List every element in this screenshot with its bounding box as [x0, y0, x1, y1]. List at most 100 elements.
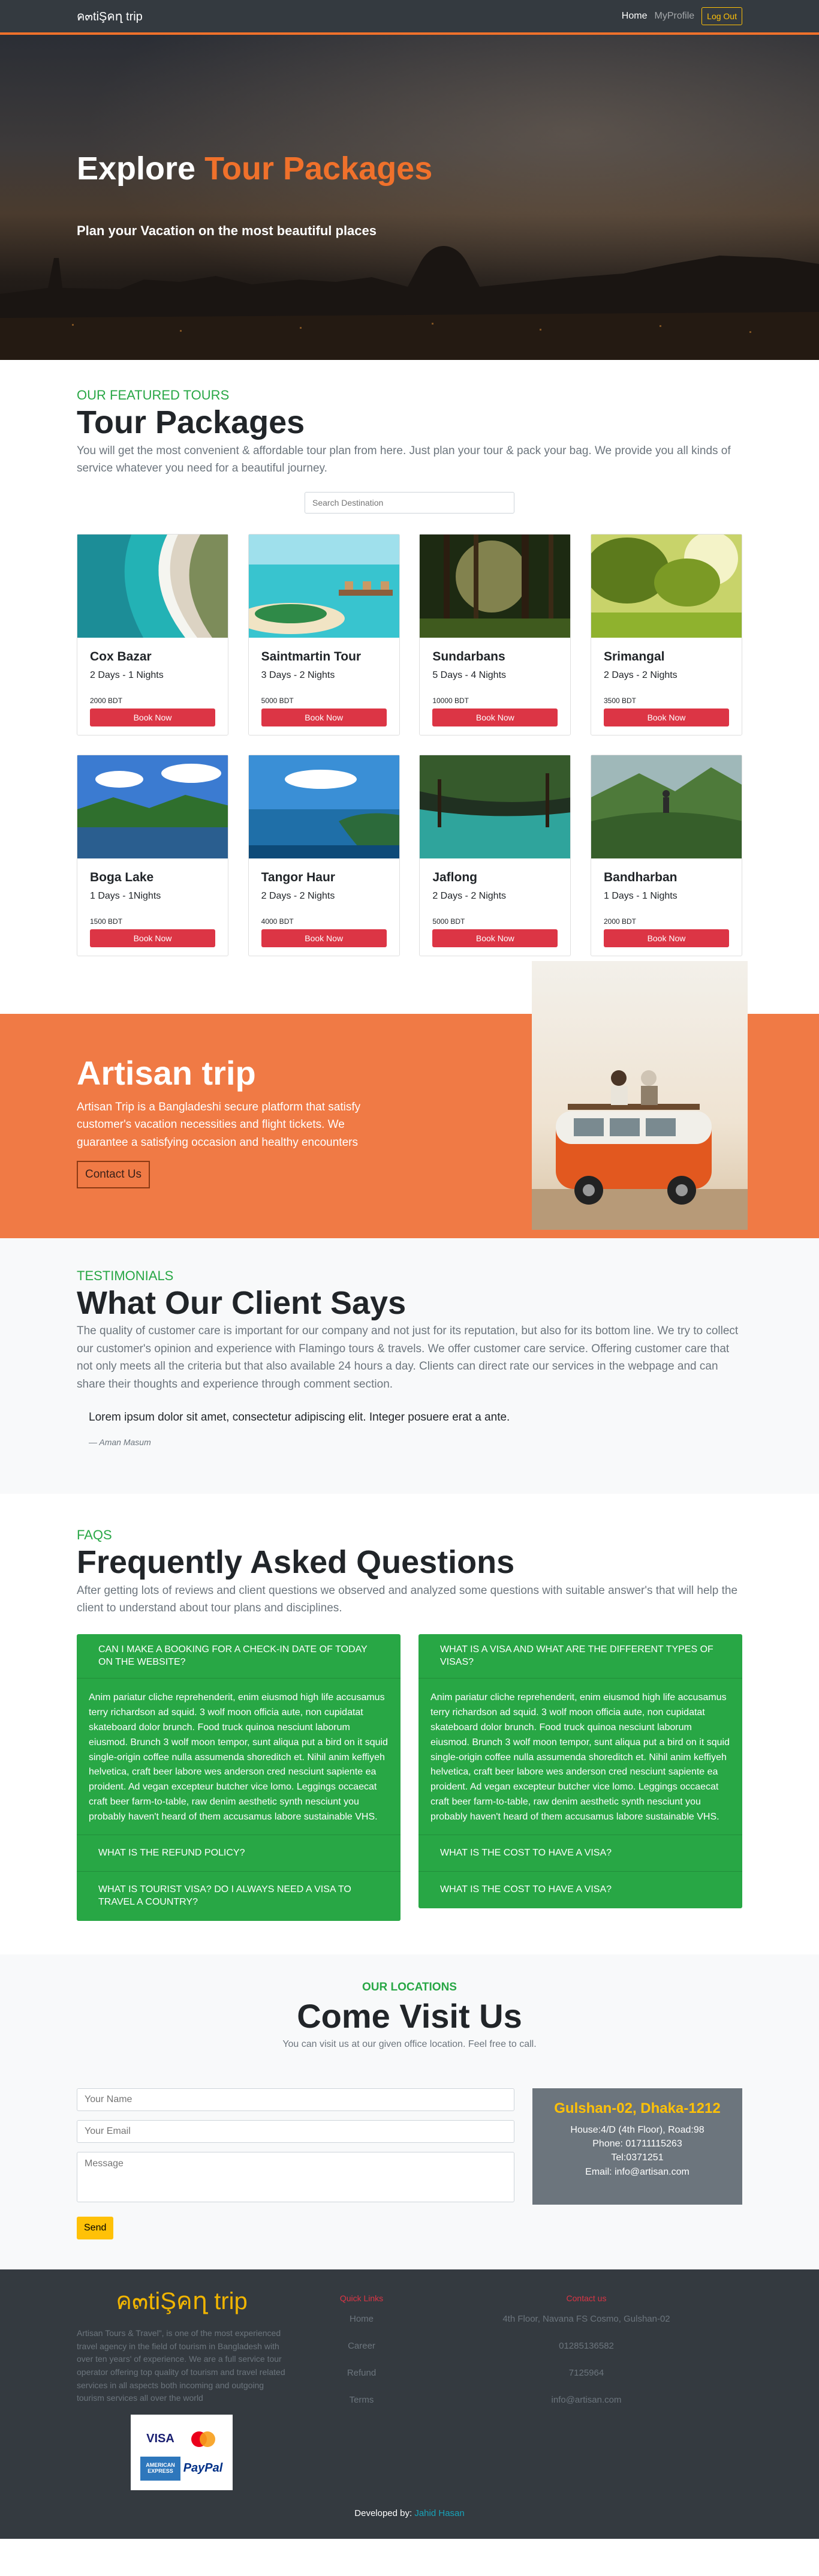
- tour-card: Jaflong 2 Days - 2 Nights 5000 BDT Book Now: [419, 754, 571, 956]
- send-button[interactable]: Send: [77, 2217, 114, 2240]
- contact-address: 4th Floor, Navana FS Cosmo, Gulshan-02: [502, 2314, 670, 2325]
- faq-question[interactable]: WHAT IS TOURIST VISA? DO I ALWAYS NEED A…: [77, 1872, 401, 1921]
- locations-section: OUR LOCATIONS Come Visit Us You can visi…: [0, 1954, 819, 2270]
- tour-price: 4000 BDT: [261, 917, 294, 926]
- section-title: Tour Packages: [77, 404, 305, 440]
- footer-link[interactable]: Terms: [287, 2395, 436, 2405]
- tour-price: 2000 BDT: [603, 917, 636, 926]
- footer-link[interactable]: Home: [287, 2314, 436, 2324]
- faq-question[interactable]: WHAT IS A VISA AND WHAT ARE THE DIFFEREN…: [418, 1634, 742, 1679]
- tour-name: Srimangal: [603, 649, 665, 663]
- tour-image: [248, 755, 399, 858]
- tour-card-body: Boga Lake 1 Days - 1Nights 1500 BDT Book No…: [77, 858, 228, 956]
- brand-logo[interactable]: ค๓tiŞคղ trip: [77, 7, 143, 26]
- faq-columns: CAN I MAKE A BOOKING FOR A CHECK-IN DATE…: [77, 1634, 742, 1922]
- section-subtitle: You can visit us at our given office loc…: [282, 2039, 537, 2050]
- tour-card-body: Saintmartin Tour 3 Days - 2 Nights 5000 BD…: [249, 638, 399, 735]
- tour-image: [420, 755, 571, 858]
- logout-button[interactable]: Log Out: [701, 7, 742, 25]
- footer-link[interactable]: Refund: [287, 2368, 436, 2378]
- tour-card: Saintmartin Tour 3 Days - 2 Nights 5000 BD…: [248, 533, 400, 735]
- tour-card-body: Cox Bazar 2 Days - 1 Nights 2000 BDT Book N…: [77, 638, 228, 735]
- visa-icon: VISA: [146, 2432, 174, 2446]
- book-now-button[interactable]: Book Now: [90, 929, 215, 947]
- nav-profile-link[interactable]: MyProfile: [654, 11, 694, 22]
- footer-link[interactable]: Career: [287, 2341, 436, 2351]
- faq-question[interactable]: WHAT IS THE COST TO HAVE A VISA?: [418, 1872, 742, 1908]
- tour-card-body: Bandharban 1 Days - 1 Nights 2000 BDT Book …: [591, 858, 742, 956]
- section-kicker: OUR FEATURED TOURS: [77, 388, 230, 403]
- section-description: You will get the most convenient & affor…: [77, 444, 731, 475]
- tour-packages-section: OUR FEATURED TOURS Tour Packages You wil…: [0, 360, 819, 956]
- tour-image: [591, 755, 742, 858]
- section-kicker: FAQS: [77, 1527, 112, 1543]
- section-kicker: TESTIMONIALS: [77, 1268, 174, 1283]
- message-textarea[interactable]: [77, 2152, 514, 2203]
- paypal-icon: PayPal: [183, 2461, 223, 2475]
- faq-question[interactable]: CAN I MAKE A BOOKING FOR A CHECK-IN DATE…: [77, 1634, 401, 1679]
- footer-contact: Contact us 4th Floor, Navana FS Cosmo, G…: [436, 2281, 736, 2490]
- book-now-button[interactable]: Book Now: [432, 708, 558, 726]
- hero-title: Explore Tour Packages: [77, 151, 433, 187]
- faq-question[interactable]: WHAT IS THE REFUND POLICY?: [77, 1835, 401, 1872]
- book-now-button[interactable]: Book Now: [90, 708, 215, 726]
- tour-duration: 1 Days - 1Nights: [90, 890, 161, 901]
- faq-accordion-right: WHAT IS A VISA AND WHAT ARE THE DIFFEREN…: [418, 1634, 742, 1909]
- navbar: ค๓tiŞคղ trip Home MyProfile Log Out: [0, 0, 819, 35]
- tour-price: 10000 BDT: [432, 696, 469, 705]
- contact-tel: 7125964: [568, 2368, 604, 2379]
- tour-card: Boga Lake 1 Days - 1Nights 1500 BDT Book No…: [77, 754, 228, 956]
- office-title: Gulshan-02, Dhaka-1212: [554, 2100, 721, 2117]
- section-title: Frequently Asked Questions: [77, 1544, 515, 1581]
- testimonial-author: — Aman Masum: [89, 1437, 151, 1448]
- name-input[interactable]: [77, 2088, 514, 2112]
- developer-name[interactable]: Jahid Hasan: [414, 2508, 464, 2518]
- faq-section: FAQS Frequently Asked Questions After ge…: [0, 1494, 819, 1954]
- section-description: After getting lots of reviews and client…: [77, 1584, 738, 1615]
- promo-title: Artisan trip: [77, 1053, 256, 1092]
- promo-text: Artisan trip Artisan Trip is a Banglades…: [77, 1053, 389, 1188]
- tour-card: Tangor Haur 2 Days - 2 Nights 4000 BDT Book…: [248, 754, 400, 956]
- section-description: The quality of customer care is importan…: [77, 1325, 739, 1391]
- tour-price: 2000 BDT: [90, 696, 123, 705]
- faq-answer: Anim pariatur cliche reprehenderit, enim…: [418, 1679, 742, 1835]
- contact-email[interactable]: info@artisan.com: [436, 2395, 736, 2405]
- tour-card: Sundarbans 5 Days - 4 Nights 10000 BDT Book…: [419, 533, 571, 735]
- book-now-button[interactable]: Book Now: [603, 708, 729, 726]
- hero-title-accent: Tour Packages: [204, 151, 433, 187]
- faq-accordion-left: CAN I MAKE A BOOKING FOR A CHECK-IN DATE…: [77, 1634, 401, 1922]
- tour-name: Bandharban: [603, 870, 678, 884]
- city-skyline-image: [0, 246, 819, 360]
- tour-grid: Cox Bazar 2 Days - 1 Nights 2000 BDT Book N…: [77, 533, 742, 956]
- tour-name: Boga Lake: [90, 870, 154, 884]
- nav-home-link[interactable]: Home: [622, 11, 648, 22]
- book-now-button[interactable]: Book Now: [261, 929, 387, 947]
- search-destination-input[interactable]: [305, 491, 514, 514]
- book-now-button[interactable]: Book Now: [432, 929, 558, 947]
- contact-phone: 01285136582: [559, 2341, 614, 2352]
- tour-image: [248, 534, 399, 638]
- contact-form: Send: [77, 2088, 514, 2240]
- developer-credit: Developed by: Jahid Hasan: [354, 2508, 465, 2519]
- footer-columns: ค๓tiŞคղ trip Artisan Tours & Travel", is…: [77, 2281, 742, 2491]
- tour-card: Srimangal 2 Days - 2 Nights 3500 BDT Book N…: [590, 533, 742, 735]
- footer-about: ค๓tiŞคղ trip Artisan Tours & Travel", is…: [77, 2281, 287, 2491]
- office-phone: Phone: 01711115263: [592, 2139, 682, 2149]
- book-now-button[interactable]: Book Now: [603, 929, 729, 947]
- book-now-button[interactable]: Book Now: [261, 708, 387, 726]
- faq-question[interactable]: WHAT IS THE COST TO HAVE A VISA?: [418, 1835, 742, 1872]
- hero-subtitle: Plan your Vacation on the most beautiful…: [77, 223, 377, 238]
- tour-name: Tangor Haur: [261, 870, 335, 884]
- tour-name: Saintmartin Tour: [261, 649, 362, 663]
- tour-price: 3500 BDT: [603, 696, 636, 705]
- email-input[interactable]: [77, 2120, 514, 2143]
- office-email: Email: info@artisan.com: [585, 2166, 689, 2177]
- office-card: Gulshan-02, Dhaka-1212 House:4/D (4th Fl…: [532, 2088, 742, 2205]
- contact-us-button[interactable]: Contact Us: [77, 1160, 150, 1188]
- footer-quick-links: Quick Links Home Career Refund Terms: [287, 2281, 436, 2490]
- footer: ค๓tiŞคղ trip Artisan Tours & Travel", is…: [0, 2269, 819, 2539]
- quick-links-title: Quick Links: [339, 2293, 384, 2304]
- tour-duration: 5 Days - 4 Nights: [432, 669, 507, 680]
- tour-card-body: Jaflong 2 Days - 2 Nights 5000 BDT Book Now: [420, 858, 570, 956]
- footer-about-text: Artisan Tours & Travel", is one of the m…: [77, 2328, 285, 2403]
